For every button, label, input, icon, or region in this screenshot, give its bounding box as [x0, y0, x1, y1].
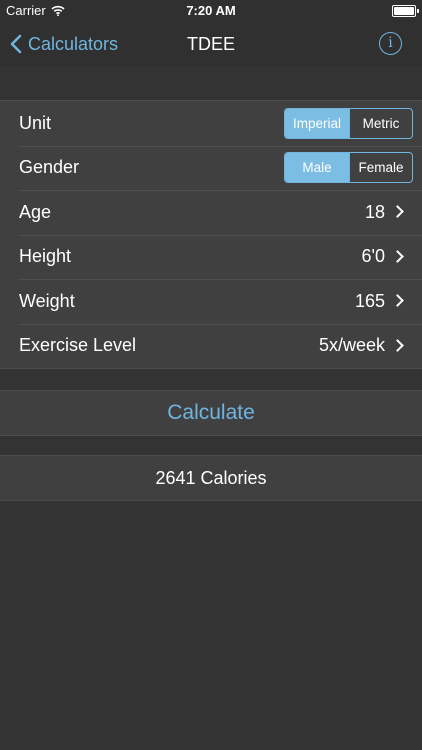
unit-label: Unit — [19, 112, 52, 133]
nav-bar: Calculators TDEE i — [0, 22, 422, 66]
age-row[interactable]: Age 18 — [0, 190, 422, 235]
chevron-right-icon — [391, 294, 404, 307]
status-bar: Carrier 7:20 AM — [0, 0, 422, 22]
unit-segmented-control: Imperial Metric — [284, 107, 413, 139]
page-title: TDEE — [186, 34, 235, 54]
unit-imperial-segment[interactable]: Imperial — [285, 108, 349, 138]
gender-male-segment[interactable]: Male — [285, 153, 349, 183]
gender-female-segment[interactable]: Female — [349, 153, 412, 183]
chevron-right-icon — [391, 205, 404, 218]
weight-row[interactable]: Weight 165 — [0, 279, 422, 324]
exercise-level-value: 5x/week — [318, 335, 385, 356]
height-row[interactable]: Height 6'0 — [0, 234, 422, 280]
gender-segmented-control: Male Female — [284, 152, 413, 184]
weight-label: Weight — [19, 290, 75, 311]
gender-label: Gender — [19, 157, 80, 178]
unit-row: Unit Imperial Metric — [0, 101, 422, 146]
age-value: 18 — [364, 201, 385, 222]
chevron-right-icon — [391, 249, 404, 263]
unit-metric-segment[interactable]: Metric — [349, 108, 412, 138]
tdee-form: Unit Imperial Metric Gender Male Female … — [0, 100, 422, 369]
calculate-button[interactable]: Calculate — [0, 390, 422, 436]
age-label: Age — [19, 201, 52, 222]
info-icon[interactable]: i — [379, 32, 402, 55]
battery-icon — [392, 5, 419, 17]
weight-value: 165 — [354, 290, 385, 311]
height-value: 6'0 — [361, 246, 385, 267]
chevron-right-icon — [391, 338, 404, 352]
exercise-level-row[interactable]: Exercise Level 5x/week — [0, 323, 422, 369]
height-label: Height — [19, 246, 72, 267]
gender-row: Gender Male Female — [0, 145, 422, 191]
result-label: 2641 Calories — [0, 455, 422, 501]
status-time: 7:20 AM — [186, 3, 236, 18]
exercise-level-label: Exercise Level — [19, 335, 137, 356]
